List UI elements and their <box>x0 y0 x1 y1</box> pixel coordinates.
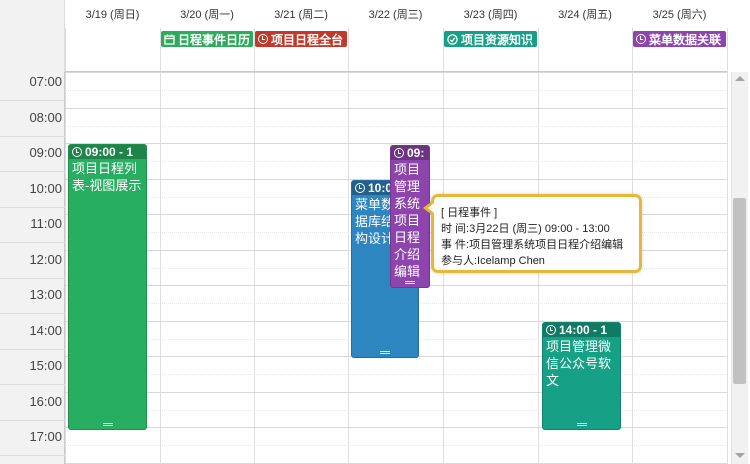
event-wechat-article[interactable]: 14:00 - 1 项目管理微信公众号软文 <box>542 322 621 430</box>
column-divider <box>254 28 255 464</box>
tooltip-type: [ 日程事件 ] <box>441 207 498 219</box>
time-label: 07:00 <box>29 74 62 89</box>
day-header-mon[interactable]: 3/20 (周一) <box>160 0 254 28</box>
scroll-up-icon[interactable] <box>735 76 745 81</box>
gutter-gridline <box>0 455 65 456</box>
hour-gridline <box>65 143 727 144</box>
all-day-event-title: 项目日程全台 <box>271 32 344 47</box>
time-label: 11:00 <box>30 216 62 231</box>
alarm-clock-icon <box>394 148 404 158</box>
all-day-event[interactable]: 日程事件日历 <box>161 31 253 47</box>
day-header-tue[interactable]: 3/21 (周二) <box>254 0 348 28</box>
all-day-event[interactable]: 项目日程全台 <box>255 31 347 47</box>
alarm-clock-icon <box>546 325 556 335</box>
time-label: 10:00 <box>29 181 62 196</box>
event-title: 项目管理系统项目日程介绍编辑 <box>394 162 421 279</box>
column-divider <box>348 28 349 464</box>
gutter-gridline <box>0 278 65 279</box>
hour-gridline <box>65 427 727 428</box>
event-time: 14:00 - 1 <box>559 323 608 337</box>
event-time: 09:00 - 1 <box>85 145 134 159</box>
week-calendar: 3/19 (周日) 3/20 (周一) 3/21 (周二) 3/22 (周三) … <box>0 0 750 464</box>
gutter-gridline <box>0 384 65 385</box>
day-header-sat[interactable]: 3/25 (周六) <box>632 0 727 28</box>
hour-gridline <box>65 108 727 109</box>
gutter-gridline <box>0 136 65 137</box>
alarm-clock-icon <box>72 147 82 157</box>
calendar-icon <box>164 34 175 45</box>
scrollbar-thumb[interactable] <box>733 198 746 384</box>
gutter-gridline <box>0 171 65 172</box>
tooltip-arrow-inner <box>428 203 434 213</box>
menu-icon <box>636 34 646 44</box>
event-time: 10:0 <box>368 181 393 195</box>
time-label: 09:00 <box>29 145 62 160</box>
all-day-event[interactable]: 项目资源知识 <box>444 31 537 47</box>
day-header-wed[interactable]: 3/22 (周三) <box>348 0 443 28</box>
event-schedule-intro-edit[interactable]: 09: 项目管理系统项目日程介绍编辑 <box>390 145 430 288</box>
half-hour-gridline <box>65 374 727 375</box>
resize-handle[interactable] <box>405 281 415 284</box>
time-label: 15:00 <box>29 358 62 373</box>
half-hour-gridline <box>65 126 727 127</box>
gutter-gridline <box>0 207 65 208</box>
scroll-down-icon[interactable] <box>735 453 745 458</box>
all-day-event-title: 项目资源知识 <box>461 32 534 47</box>
event-title: 项目管理微信公众号软文 <box>546 339 612 388</box>
column-divider <box>727 28 728 464</box>
hour-gridline <box>65 392 727 393</box>
event-time-header: 14:00 - 1 <box>543 323 620 337</box>
day-header-thu[interactable]: 3/23 (周四) <box>443 0 538 28</box>
resize-handle[interactable] <box>380 351 390 354</box>
tooltip-event: 事 件:项目管理系统项目日程介绍编辑 <box>441 239 624 251</box>
all-day-event-title: 日程事件日历 <box>178 32 251 47</box>
half-hour-gridline <box>65 445 727 446</box>
tooltip-participant: 参与人:Icelamp Chen <box>441 255 545 267</box>
gutter-gridline <box>0 349 65 350</box>
time-label: 12:00 <box>29 252 62 267</box>
event-time: 09: <box>407 146 425 160</box>
half-hour-gridline <box>65 90 727 91</box>
tooltip-time: 时 间:3月22日 (周三) 09:00 - 13:00 <box>441 223 610 235</box>
day-header-sun[interactable]: 3/19 (周日) <box>65 0 160 28</box>
time-label: 16:00 <box>29 394 62 409</box>
gutter-gridline <box>0 313 65 314</box>
alarm-clock-icon <box>258 34 268 44</box>
alarm-clock-icon <box>355 183 365 193</box>
event-time-header: 09: <box>391 146 429 160</box>
resize-handle[interactable] <box>102 423 113 426</box>
resize-handle[interactable] <box>576 423 587 426</box>
column-divider <box>160 28 161 464</box>
column-divider <box>65 28 66 464</box>
time-label: 14:00 <box>29 323 62 338</box>
time-label: 13:00 <box>29 287 62 302</box>
time-label: 08:00 <box>29 110 62 125</box>
event-tooltip: [ 日程事件 ] 时 间:3月22日 (周三) 09:00 - 13:00 事 … <box>431 194 642 273</box>
event-time-header: 09:00 - 1 <box>69 145 146 159</box>
half-hour-gridline <box>65 410 727 411</box>
hour-gridline <box>65 72 727 73</box>
all-day-event-title: 菜单数据关联 <box>649 32 722 47</box>
all-day-event[interactable]: 菜单数据关联 <box>633 31 726 47</box>
event-title: 项目日程列表-视图展示 <box>72 161 142 193</box>
gutter-gridline <box>0 242 65 243</box>
gutter-gridline <box>0 420 65 421</box>
time-label: 17:00 <box>29 429 62 444</box>
day-header-fri[interactable]: 3/24 (周五) <box>538 0 632 28</box>
resource-icon <box>447 33 458 45</box>
header-corner <box>0 0 65 72</box>
event-schedule-list-view[interactable]: 09:00 - 1 项目日程列表-视图展示 <box>68 144 147 430</box>
gutter-gridline <box>0 100 65 101</box>
